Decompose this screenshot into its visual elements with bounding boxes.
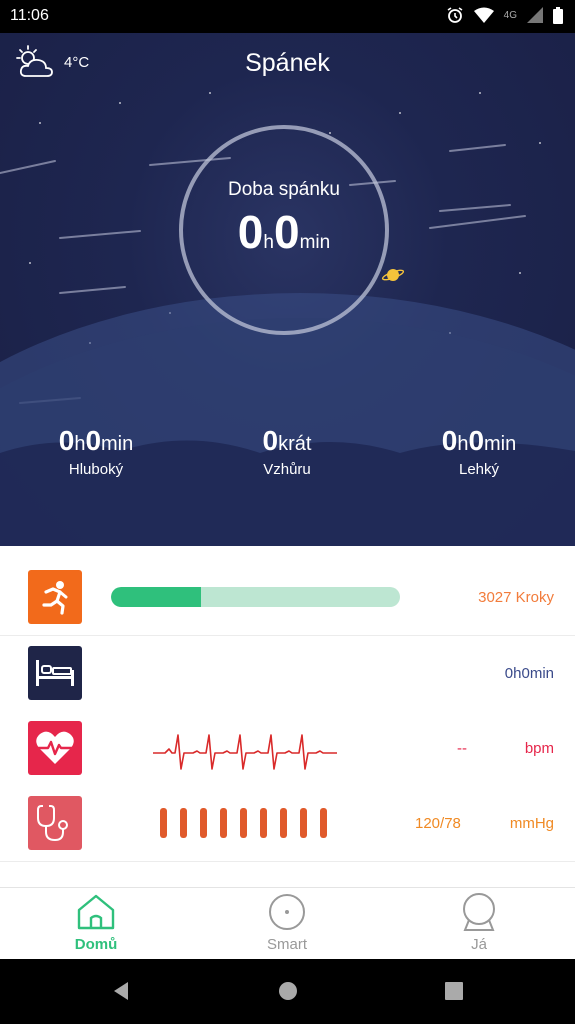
sleep-hero: 4°C Spánek Doba spánku 0h0min 0h0min Hlu…: [0, 33, 575, 546]
nav-home[interactable]: Domů: [36, 892, 156, 953]
deep-hours: 0: [58, 425, 75, 456]
deep-sleep-stat: 0h0min Hluboký: [16, 425, 176, 478]
recents-icon[interactable]: [443, 980, 465, 1002]
heart-rate-row[interactable]: -- bpm: [0, 711, 575, 787]
deep-hours-unit: h: [74, 433, 86, 455]
sleep-hours-unit: h: [263, 232, 274, 253]
deep-minutes-unit: min: [101, 433, 134, 455]
profile-icon: [463, 893, 495, 931]
bp-bar: [160, 808, 167, 838]
home-circle-icon[interactable]: [277, 980, 299, 1002]
bottom-nav: Domů Smart Já: [0, 887, 575, 960]
light-hours: 0: [441, 425, 458, 456]
signal-icon: [527, 7, 543, 23]
sleep-row[interactable]: 0h0min: [0, 636, 575, 712]
light-sleep-label: Lehký: [458, 461, 500, 478]
light-minutes: 0: [468, 425, 485, 456]
deep-minutes: 0: [85, 425, 102, 456]
bp-bar: [240, 808, 247, 838]
awake-count-unit: krát: [278, 433, 312, 455]
nav-home-label: Domů: [74, 936, 118, 953]
page-title: Spánek: [245, 49, 330, 77]
bp-bar: [260, 808, 267, 838]
bp-bar: [220, 808, 227, 838]
status-bar: 11:06 4G: [0, 0, 575, 33]
nav-smart[interactable]: Smart: [227, 892, 347, 953]
system-nav-bar: [0, 959, 575, 1024]
sleep-duration-value: 0h0min: [179, 205, 389, 259]
steps-row[interactable]: 3027 Kroky: [0, 560, 575, 636]
awake-stat: 0krát Vzhůru: [207, 425, 367, 478]
awake-count: 0: [262, 425, 279, 456]
awake-label: Vzhůru: [263, 461, 311, 478]
steps-value: 3027 Kroky: [478, 589, 554, 606]
blood-pressure-value: 120/78: [415, 815, 461, 832]
stethoscope-icon: [28, 796, 82, 850]
heart-rate-value: --: [457, 740, 467, 757]
blood-pressure-row[interactable]: 120/78 mmHg: [0, 786, 575, 862]
status-icons: 4G: [446, 6, 563, 24]
light-hours-unit: h: [457, 433, 469, 455]
steps-progress-track: [111, 587, 400, 607]
sleep-minutes: 0: [273, 206, 300, 258]
light-sleep-stat: 0h0min Lehký: [399, 425, 559, 478]
back-icon[interactable]: [110, 980, 132, 1002]
heart-pulse-icon: [28, 721, 82, 775]
steps-progress-fill: [111, 587, 201, 607]
bp-bar: [300, 808, 307, 838]
ecg-waveform: [153, 734, 337, 770]
light-minutes-unit: min: [484, 433, 517, 455]
bed-icon: [28, 646, 82, 700]
running-icon: [28, 570, 82, 624]
network-type: 4G: [503, 9, 517, 21]
deep-sleep-label: Hluboký: [68, 461, 124, 478]
nav-smart-label: Smart: [266, 936, 307, 953]
battery-icon: [553, 6, 563, 24]
wifi-icon: [473, 7, 494, 23]
alarm-icon: [447, 7, 463, 23]
status-time: 11:06: [10, 7, 49, 24]
nav-profile[interactable]: Já: [419, 892, 539, 953]
sleep-hours: 0: [237, 206, 264, 258]
heart-rate-unit: bpm: [524, 740, 554, 757]
sleep-duration-label: Doba spánku: [228, 179, 340, 200]
bp-bar: [280, 808, 287, 838]
sleep-value: 0h0min: [504, 665, 554, 682]
home-icon: [77, 894, 115, 930]
nav-profile-label: Já: [471, 936, 487, 953]
blood-pressure-bars: [160, 808, 330, 838]
blood-pressure-unit: mmHg: [509, 815, 554, 832]
smart-icon: [269, 894, 305, 930]
saturn-icon: [381, 269, 405, 281]
bp-bar: [180, 808, 187, 838]
bp-bar: [200, 808, 207, 838]
bp-bar: [320, 808, 327, 838]
sleep-minutes-unit: min: [299, 232, 331, 253]
